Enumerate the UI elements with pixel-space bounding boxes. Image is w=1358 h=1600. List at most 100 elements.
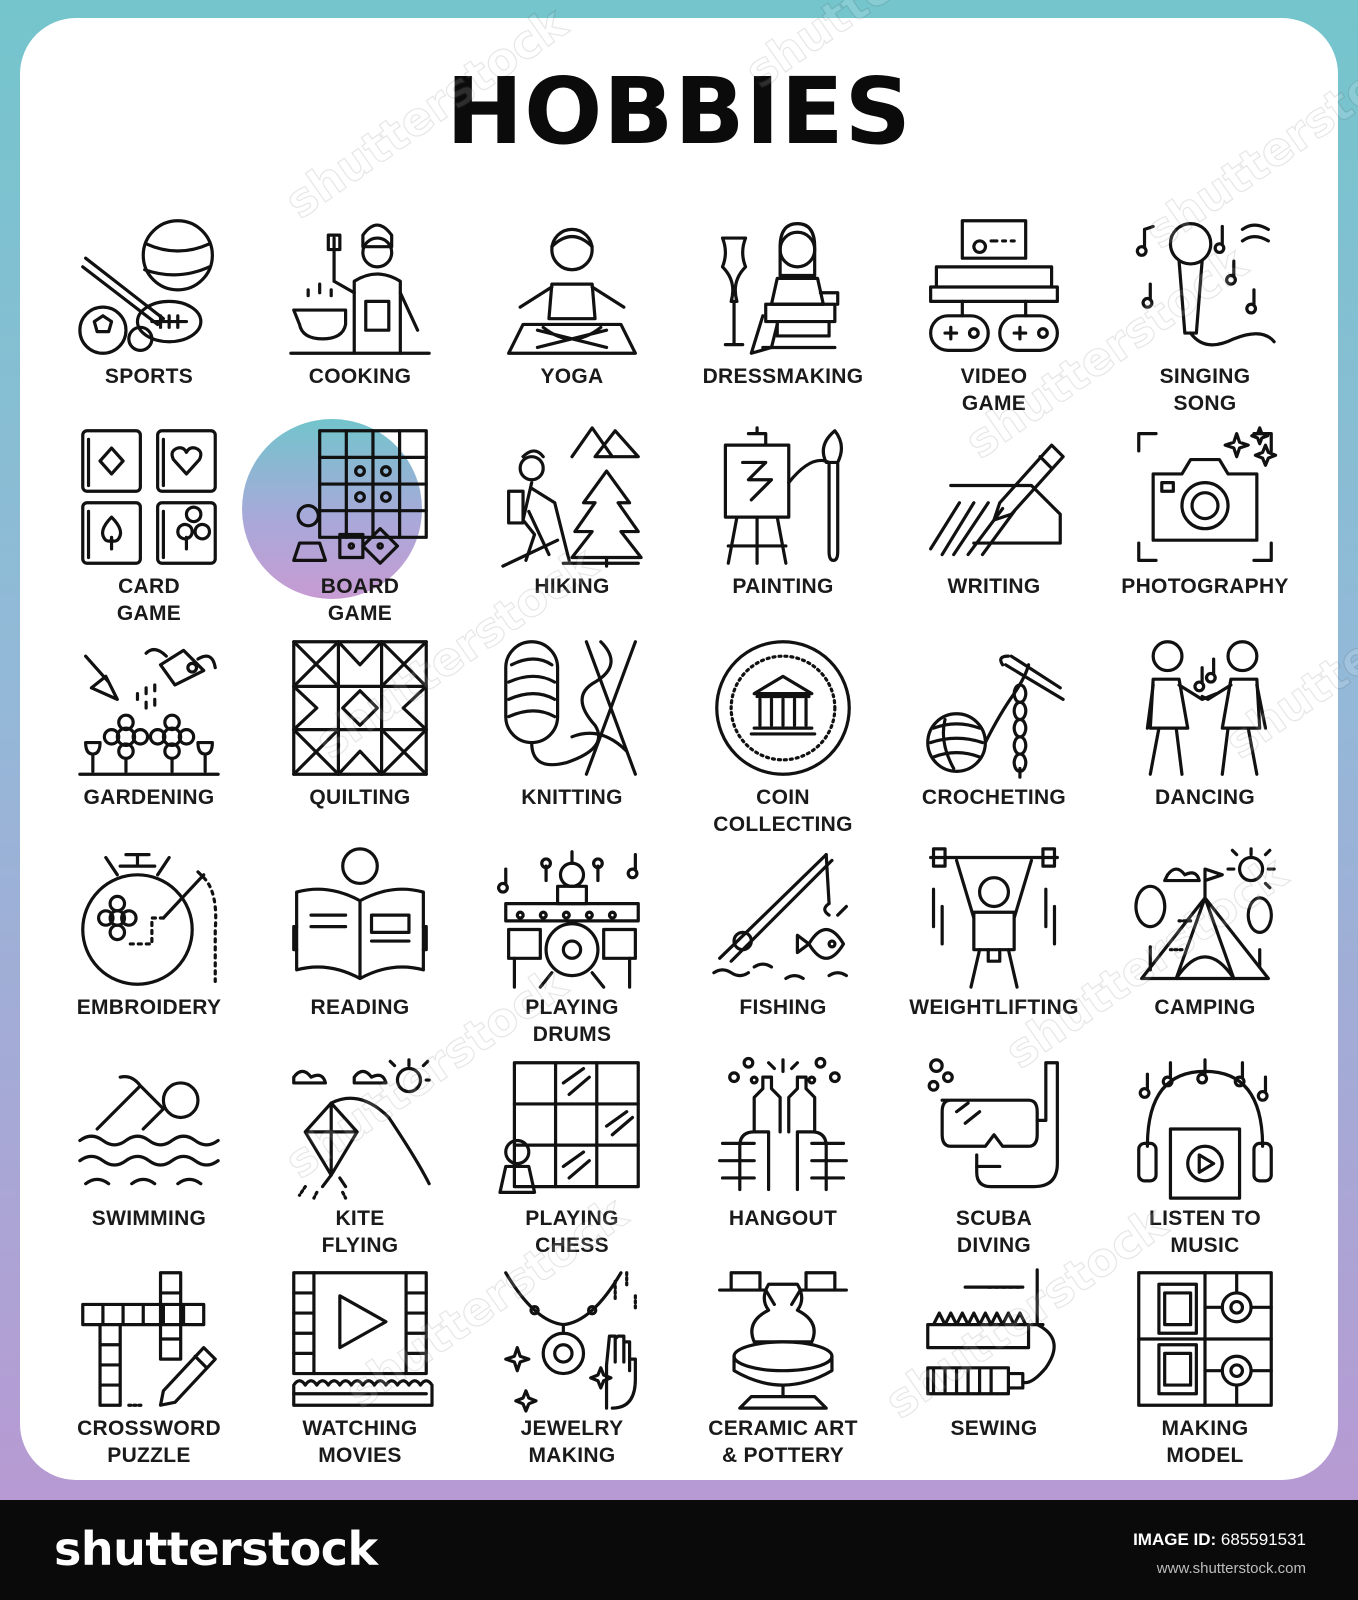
swimming-icon [77, 1057, 221, 1201]
hobby-sports: SPORTS [42, 215, 256, 429]
hobby-label-line: CROSSWORD [77, 1417, 221, 1440]
hobby-label: MAKING MODEL [1092, 1415, 1318, 1469]
hobby-label: CROSSWORD PUZZLE [36, 1415, 262, 1469]
hobby-label-line: EMBROIDERY [76, 996, 222, 1019]
hobby-label-line: COIN [756, 786, 810, 809]
hobby-label-line: YOGA [540, 365, 604, 388]
hobby-making-model: MAKING MODEL [1098, 1267, 1312, 1481]
kite-flying-icon [288, 1057, 432, 1201]
embroidery-icon [77, 846, 221, 990]
hobby-label: EMBROIDERY [36, 994, 262, 1021]
hobby-ceramic-art-pottery: CERAMIC ART & POTTERY [676, 1267, 890, 1481]
hobby-label-line: SEWING [950, 1417, 1038, 1440]
playing-chess-icon [500, 1057, 644, 1201]
hobby-label-line: KNITTING [521, 786, 623, 809]
site-url: www.shutterstock.com [1156, 1560, 1306, 1577]
hobby-writing: WRITING [887, 425, 1101, 639]
hobby-label-line: WEIGHTLIFTING [909, 996, 1079, 1019]
hobby-kite-flying: KITE FLYING [253, 1057, 467, 1271]
hobby-camping: CAMPING [1098, 846, 1312, 1060]
weightlifting-icon [922, 846, 1066, 990]
hobby-hiking: HIKING [465, 425, 679, 639]
hobby-label-line: MAKING [1161, 1417, 1249, 1440]
hobby-label-line: MUSIC [1170, 1234, 1240, 1257]
hobby-label-line: KITE [335, 1207, 385, 1230]
hobby-label-line: COOKING [308, 365, 412, 388]
hobby-label: SPORTS [36, 363, 262, 390]
hobby-label: SWIMMING [36, 1205, 262, 1232]
footer-bar: shutterstock IMAGE ID: 685591531 www.shu… [0, 1500, 1358, 1600]
hobby-label-line: SONG [1173, 392, 1237, 415]
hobby-label-line: SWIMMING [91, 1207, 207, 1230]
hobby-scuba-diving: SCUBA DIVING [887, 1057, 1101, 1271]
hobby-label-line: PLAYING [525, 1207, 619, 1230]
hobby-label-line: HANGOUT [728, 1207, 838, 1230]
hobby-label: PHOTOGRAPHY [1092, 573, 1318, 600]
writing-icon [922, 425, 1066, 569]
ceramic-art-pottery-icon [711, 1267, 855, 1411]
hobby-label: WRITING [881, 573, 1107, 600]
sports-icon [77, 215, 221, 359]
hobby-label: YOGA [459, 363, 685, 390]
hobby-label-line: JEWELRY [520, 1417, 624, 1440]
hobby-swimming: SWIMMING [42, 1057, 256, 1271]
playing-drums-icon [500, 846, 644, 990]
hobby-label: SINGING SONG [1092, 363, 1318, 417]
shutterstock-logo: shutterstock [54, 1522, 378, 1576]
hobby-playing-chess: PLAYING CHESS [465, 1057, 679, 1271]
hobby-label-line: DIVING [956, 1234, 1032, 1257]
hobby-label: SCUBA DIVING [881, 1205, 1107, 1259]
hobby-label: COOKING [247, 363, 473, 390]
hobby-weightlifting: WEIGHTLIFTING [887, 846, 1101, 1060]
hobby-label: READING [247, 994, 473, 1021]
hobby-label: PAINTING [670, 573, 896, 600]
hobby-dressmaking: DRESSMAKING [676, 215, 890, 429]
hobby-label: WATCHING MOVIES [247, 1415, 473, 1469]
hobby-label-line: GAME [961, 392, 1027, 415]
hobby-label-line: QUILTING [309, 786, 411, 809]
hobby-label: PLAYING CHESS [459, 1205, 685, 1259]
hobby-label-line: DANCING [1154, 786, 1256, 809]
hobby-label-line: SCUBA [955, 1207, 1033, 1230]
hobby-label-line: SINGING [1159, 365, 1251, 388]
crocheting-icon [922, 636, 1066, 780]
hobby-label-line: CROCHETING [921, 786, 1067, 809]
hobby-gardening: GARDENING [42, 636, 256, 850]
hobby-board-game: BOARD GAME [242, 419, 467, 639]
dancing-icon [1133, 636, 1277, 780]
hiking-icon [500, 425, 644, 569]
card-game-icon [77, 425, 221, 569]
hobby-label: GARDENING [36, 784, 262, 811]
hobby-playing-drums: PLAYING DRUMS [465, 846, 679, 1060]
board-game-icon [288, 425, 432, 569]
hobby-quilting: QUILTING [253, 636, 467, 850]
hobby-label-line: VIDEO [960, 365, 1028, 388]
image-id-value: 685591531 [1220, 1530, 1306, 1549]
hobby-label-line: MODEL [1166, 1444, 1244, 1467]
hobby-label: VIDEO GAME [881, 363, 1107, 417]
hobby-label-line: WRITING [947, 575, 1041, 598]
sewing-icon [922, 1267, 1066, 1411]
hobby-label: WEIGHTLIFTING [881, 994, 1107, 1021]
hobby-label: HIKING [459, 573, 685, 600]
crossword-puzzle-icon [77, 1267, 221, 1411]
fishing-icon [711, 846, 855, 990]
hangout-icon [711, 1057, 855, 1201]
hobby-crocheting: CROCHETING [887, 636, 1101, 850]
hobby-label: KNITTING [459, 784, 685, 811]
hobby-label-line: COLLECTING [713, 813, 853, 836]
hobby-label-line: BOARD [320, 575, 400, 598]
gardening-icon [77, 636, 221, 780]
hobby-label-line: SPORTS [104, 365, 194, 388]
hobby-label-line: CAMPING [1154, 996, 1256, 1019]
painting-icon [711, 425, 855, 569]
camping-icon [1133, 846, 1277, 990]
hobby-label: PLAYING DRUMS [459, 994, 685, 1048]
scuba-diving-icon [922, 1057, 1066, 1201]
hobby-label: FISHING [670, 994, 896, 1021]
hobby-card-game: CARD GAME [42, 425, 256, 639]
hobby-label: CARD GAME [36, 573, 262, 627]
hobby-label-line: PUZZLE [107, 1444, 191, 1467]
hobby-label: DRESSMAKING [670, 363, 896, 390]
hobby-label: KITE FLYING [247, 1205, 473, 1259]
